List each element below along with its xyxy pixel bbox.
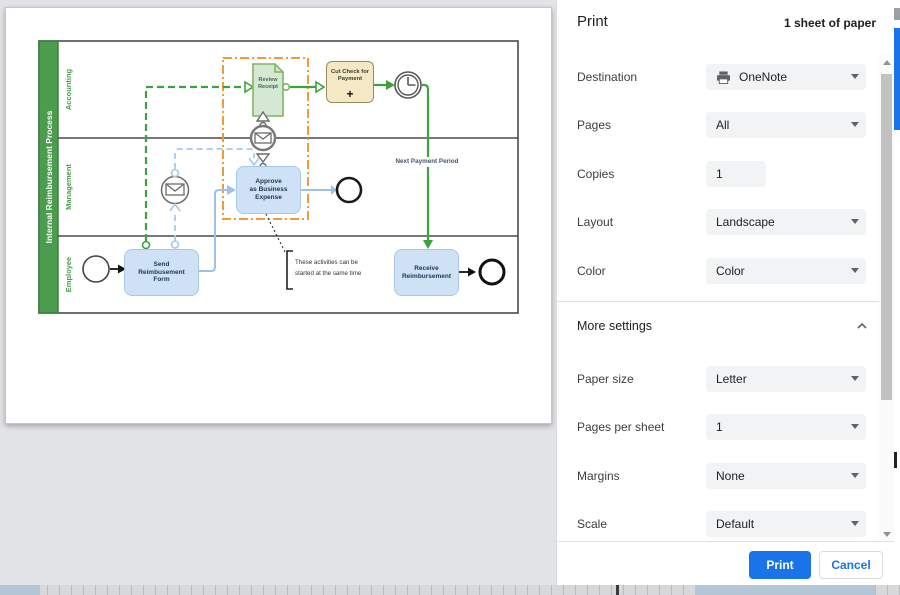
end-event (337, 178, 361, 202)
ruler-segment (695, 585, 875, 595)
chevron-up-icon (857, 323, 867, 329)
message-anchor (143, 242, 150, 249)
layout-label: Layout (577, 215, 613, 229)
color-label: Color (577, 264, 606, 278)
end-event-thick (480, 260, 504, 284)
printer-icon (716, 71, 731, 84)
copies-input[interactable] (716, 167, 758, 181)
pages-per-sheet-label: Pages per sheet (577, 420, 664, 434)
color-dropdown[interactable]: Color (706, 258, 866, 284)
print-preview-area: Internal Reimbursement Process Accountin… (0, 0, 556, 585)
background-mark (894, 452, 897, 468)
pages-label: Pages (577, 118, 611, 132)
scale-label: Scale (577, 517, 607, 531)
dropdown-arrow-icon (851, 268, 859, 273)
background-scrollbar-segment (894, 28, 900, 130)
label-next-payment-period: Next Payment Period (392, 157, 462, 167)
pages-per-sheet-value: 1 (716, 420, 723, 434)
section-divider (557, 301, 879, 302)
margins-value: None (716, 469, 745, 483)
destination-label: Destination (577, 70, 637, 84)
lane-label-accounting: Accounting (59, 41, 77, 138)
doc-out-anchor (283, 84, 289, 90)
lane-label-employee: Employee (59, 236, 77, 313)
background-page-sliver (894, 0, 900, 585)
task-receive-reimbursement: Receive Reimbursement (394, 249, 459, 296)
lane-label-management: Management (59, 138, 77, 236)
copies-label: Copies (577, 167, 614, 181)
print-button[interactable]: Print (749, 551, 811, 579)
paper-size-dropdown[interactable]: Letter (706, 366, 866, 392)
scale-dropdown[interactable]: Default (706, 511, 866, 537)
start-event (83, 256, 109, 282)
paper-size-label: Paper size (577, 372, 634, 386)
more-settings-label: More settings (577, 319, 652, 333)
color-value: Color (716, 264, 745, 278)
dropdown-arrow-icon (851, 424, 859, 429)
dropdown-arrow-icon (851, 473, 859, 478)
ruler-cursor-mark (616, 585, 619, 595)
task-approve-expense: Approve as Business Expense (236, 166, 301, 214)
destination-value: OneNote (739, 70, 787, 84)
dropdown-arrow-icon (851, 122, 859, 127)
dropdown-arrow-icon (851, 74, 859, 79)
text-annotation: These activities can be started at the s… (295, 254, 371, 284)
print-dialog-panel: Print 1 sheet of paper Destination OneNo… (556, 0, 894, 585)
margins-dropdown[interactable]: None (706, 463, 866, 489)
pool-title: Internal Reimbursement Process (39, 41, 58, 313)
background-ruler-strip (0, 585, 900, 595)
subprocess-plus-icon: + (326, 86, 374, 102)
preview-page: Internal Reimbursement Process Accountin… (5, 7, 552, 424)
pages-value: All (716, 118, 729, 132)
destination-dropdown[interactable]: OneNote (706, 64, 866, 90)
dropdown-arrow-icon (851, 521, 859, 526)
paper-size-value: Letter (716, 372, 747, 386)
scrollbar-up-icon[interactable] (879, 55, 894, 69)
scrollbar-down-icon[interactable] (879, 527, 894, 541)
more-settings-toggle[interactable]: More settings (577, 314, 867, 338)
dropdown-arrow-icon (851, 376, 859, 381)
panel-scrollbar[interactable] (879, 55, 894, 541)
margins-label: Margins (577, 469, 620, 483)
scrollbar-thumb[interactable] (881, 74, 892, 400)
layout-dropdown[interactable]: Landscape (706, 209, 866, 235)
pages-per-sheet-dropdown[interactable]: 1 (706, 414, 866, 440)
dialog-title: Print (577, 13, 608, 30)
copies-field (706, 161, 766, 187)
task-send-reimbursement: Send Reimbusement Form (124, 249, 199, 296)
doc-label-review-receipt: Review Receipt (253, 70, 283, 98)
sheet-count: 1 sheet of paper (784, 16, 876, 30)
scale-value: Default (716, 517, 754, 531)
pages-dropdown[interactable]: All (706, 112, 866, 138)
layout-value: Landscape (716, 215, 775, 229)
dropdown-arrow-icon (851, 219, 859, 224)
message-anchor (172, 170, 179, 177)
message-anchor (172, 241, 179, 248)
dialog-footer: Print Cancel (557, 541, 894, 586)
ruler-segment (0, 585, 40, 595)
background-mark (894, 8, 900, 20)
cancel-button[interactable]: Cancel (819, 551, 883, 579)
